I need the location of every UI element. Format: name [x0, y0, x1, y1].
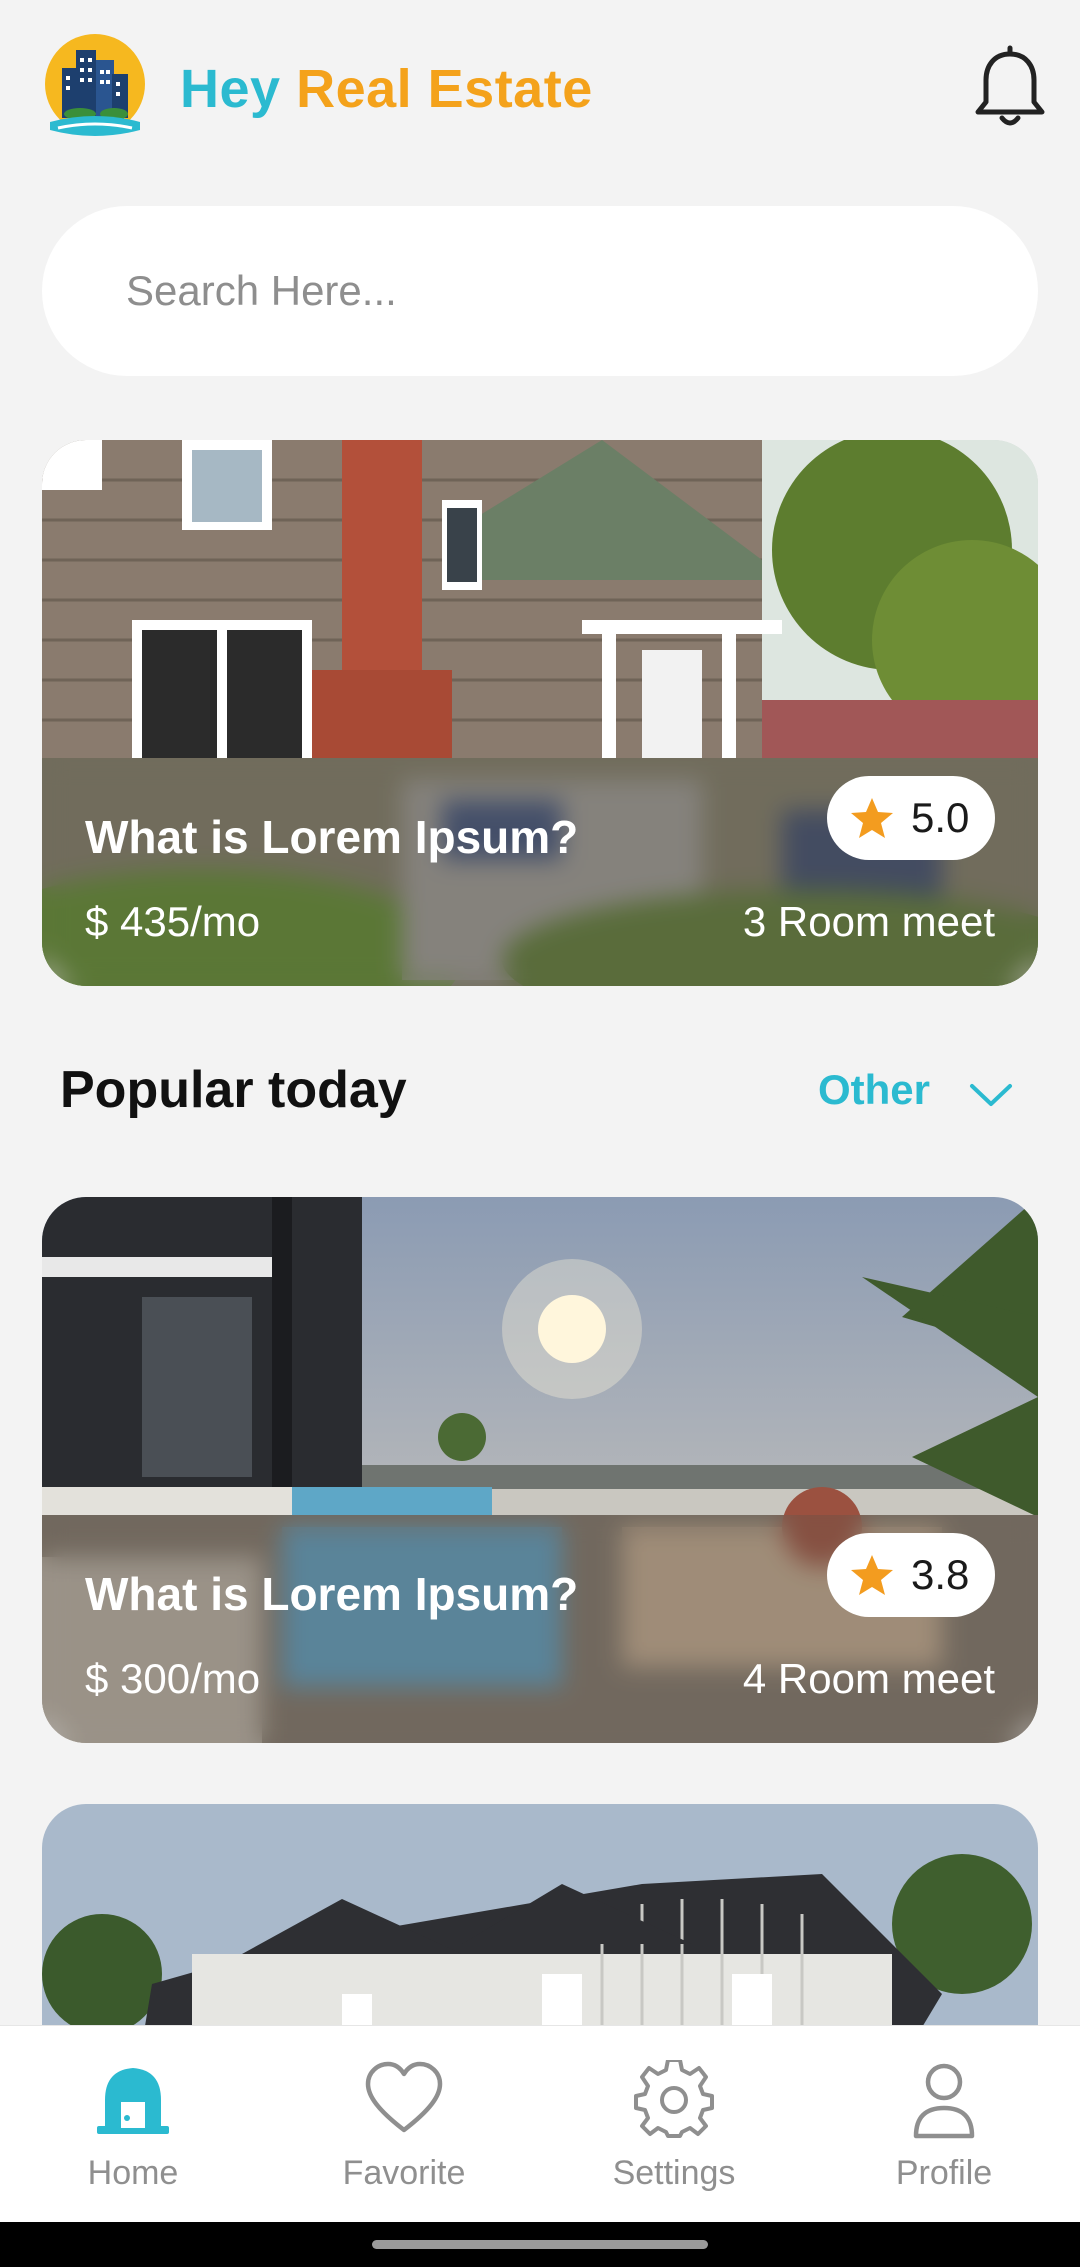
system-navigation-bar — [0, 2222, 1080, 2267]
logo-icon — [45, 34, 145, 136]
popular-property-card[interactable]: What is Lorem Ipsum? 3.8 $ 300/mo 4 Room… — [42, 1197, 1038, 1743]
nav-item-favorite[interactable]: Favorite — [304, 2026, 504, 2223]
featured-property-card[interactable]: What is Lorem Ipsum? 5.0 $ 435/mo 3 Room… — [42, 440, 1038, 986]
app-title-word1: Hey — [180, 59, 281, 119]
app-header: Hey Real Estate — [0, 0, 1080, 180]
rating-badge: 5.0 — [827, 776, 995, 860]
nav-label: Home — [87, 2154, 179, 2192]
nav-item-profile[interactable]: Profile — [844, 2026, 1044, 2223]
property-title: What is Lorem Ipsum? — [85, 811, 579, 863]
chevron-down-icon[interactable] — [968, 1080, 1014, 1110]
property-price: $ 300/mo — [85, 1655, 261, 1702]
app-title-word2: Real Estate — [296, 59, 593, 119]
section-title: Popular today — [60, 1061, 407, 1119]
nav-item-home[interactable]: Home — [33, 2026, 233, 2223]
gear-icon — [634, 2060, 714, 2138]
card-info-overlay: What is Lorem Ipsum? 5.0 $ 435/mo 3 Room… — [42, 758, 1038, 986]
star-icon — [851, 798, 893, 838]
property-rooms: 4 Room meet — [742, 1655, 995, 1702]
property-title: What is Lorem Ipsum? — [85, 1568, 579, 1620]
filter-dropdown[interactable]: Other — [818, 1066, 930, 1114]
rating-value: 3.8 — [911, 1551, 970, 1598]
home-indicator[interactable] — [372, 2240, 708, 2249]
search-bar[interactable] — [42, 206, 1038, 376]
card-info-overlay: What is Lorem Ipsum? 3.8 $ 300/mo 4 Room… — [42, 1515, 1038, 1743]
heart-icon — [365, 2061, 443, 2133]
rating-value: 5.0 — [911, 794, 970, 841]
property-price: $ 435/mo — [85, 898, 261, 945]
property-rooms: 3 Room meet — [742, 898, 995, 945]
bell-icon[interactable] — [972, 44, 1048, 130]
nav-item-settings[interactable]: Settings — [574, 2026, 774, 2223]
star-icon — [851, 1555, 893, 1595]
nav-label: Settings — [612, 2154, 736, 2192]
app-title: Hey Real Estate — [180, 58, 593, 120]
rating-badge: 3.8 — [827, 1533, 995, 1617]
nav-label: Profile — [895, 2154, 993, 2192]
bottom-navigation: Home Favorite Settings Profile — [0, 2025, 1080, 2222]
person-icon — [913, 2063, 975, 2139]
search-input[interactable] — [126, 206, 1006, 376]
nav-label: Favorite — [342, 2154, 466, 2192]
home-icon — [97, 2068, 169, 2134]
